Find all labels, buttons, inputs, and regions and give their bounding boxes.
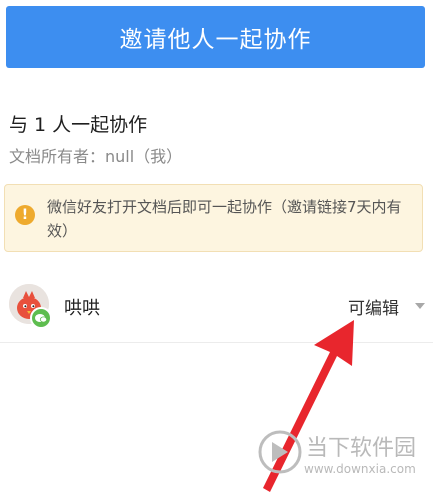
chevron-down-icon[interactable] [415,303,425,309]
warning-icon: ! [15,205,35,225]
invite-collaborators-button[interactable]: 邀请他人一起协作 [6,6,425,68]
notice-text: 微信好友打开文档后即可一起协作（邀请链接7天内有效） [47,198,402,240]
invite-notice-banner: ! 微信好友打开文档后即可一起协作（邀请链接7天内有效） [4,184,423,252]
member-row[interactable]: 哄哄 可编辑 [0,272,433,343]
collaborator-count-heading: 与 1 人一起协作 [9,114,148,136]
permission-dropdown[interactable]: 可编辑 [348,294,399,319]
document-owner-label: 文档所有者：null（我） [9,147,183,166]
watermark: 当下软件园 www.downxia.com [258,428,428,488]
watermark-url: www.downxia.com [304,462,416,476]
watermark-title: 当下软件园 [306,436,417,461]
member-name: 哄哄 [64,298,100,319]
watermark-logo-icon [258,430,302,474]
wechat-icon [30,307,52,329]
